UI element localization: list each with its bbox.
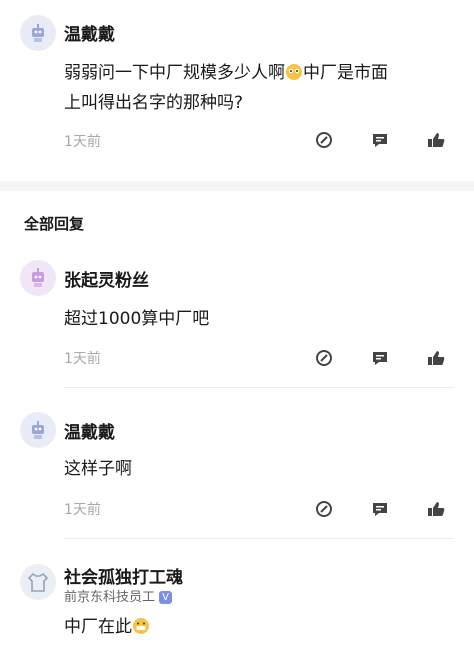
reply-text: 这样子啊 [64,459,132,479]
comment-icon[interactable] [314,348,334,368]
reply-author[interactable]: 社会孤独打工魂 [64,563,183,588]
replies-header: 全部回复 [24,215,85,233]
grin-emoji-icon [133,618,149,634]
comment-text-line2: 上叫得出名字的那种吗? [64,93,244,113]
divider [64,387,454,388]
reply-icon[interactable] [370,348,390,368]
reply-icon[interactable] [370,130,390,150]
comment-time: 1天前 [64,134,101,150]
thumbs-up-icon[interactable] [426,130,446,150]
author-title: 前京东科技员工 V [64,586,173,605]
comment-text-part1: 弱弱问一下中厂规模多少人啊 [64,63,285,83]
reply-text: 超过1000算中厂吧 [64,309,210,329]
robot-avatar-icon [32,268,44,287]
avatar[interactable] [20,564,56,600]
comment-icon[interactable] [314,499,334,519]
reply-time: 1天前 [64,502,101,518]
avatar[interactable] [20,15,56,51]
reply-author[interactable]: 张起灵粉丝 [64,266,149,291]
reply-author[interactable]: 温戴戴 [64,418,115,443]
reply-icon[interactable] [370,499,390,519]
comment-text: 弱弱问一下中厂规模多少人啊 中厂是市面 上叫得出名字的那种吗? [64,58,444,118]
comment-icon[interactable] [314,130,334,150]
author-company: 前京东科技员工 [64,590,156,605]
section-divider [0,181,474,191]
avatar[interactable] [20,260,56,296]
thumbs-up-icon[interactable] [426,499,446,519]
thumbs-up-icon[interactable] [426,348,446,368]
tshirt-avatar-icon [27,572,49,592]
comment-text-part2: 中厂是市面 [303,63,388,83]
robot-avatar-icon [32,24,44,42]
divider [64,538,454,539]
reply-text: 中厂在此 [64,612,150,642]
reply-text-content: 中厂在此 [64,617,132,637]
robot-avatar-icon [32,421,44,439]
smile-emoji-icon [286,64,302,80]
comment-author[interactable]: 温戴戴 [64,20,115,45]
verified-badge-icon: V [159,591,173,604]
reply-time: 1天前 [64,351,101,367]
avatar[interactable] [20,412,56,448]
